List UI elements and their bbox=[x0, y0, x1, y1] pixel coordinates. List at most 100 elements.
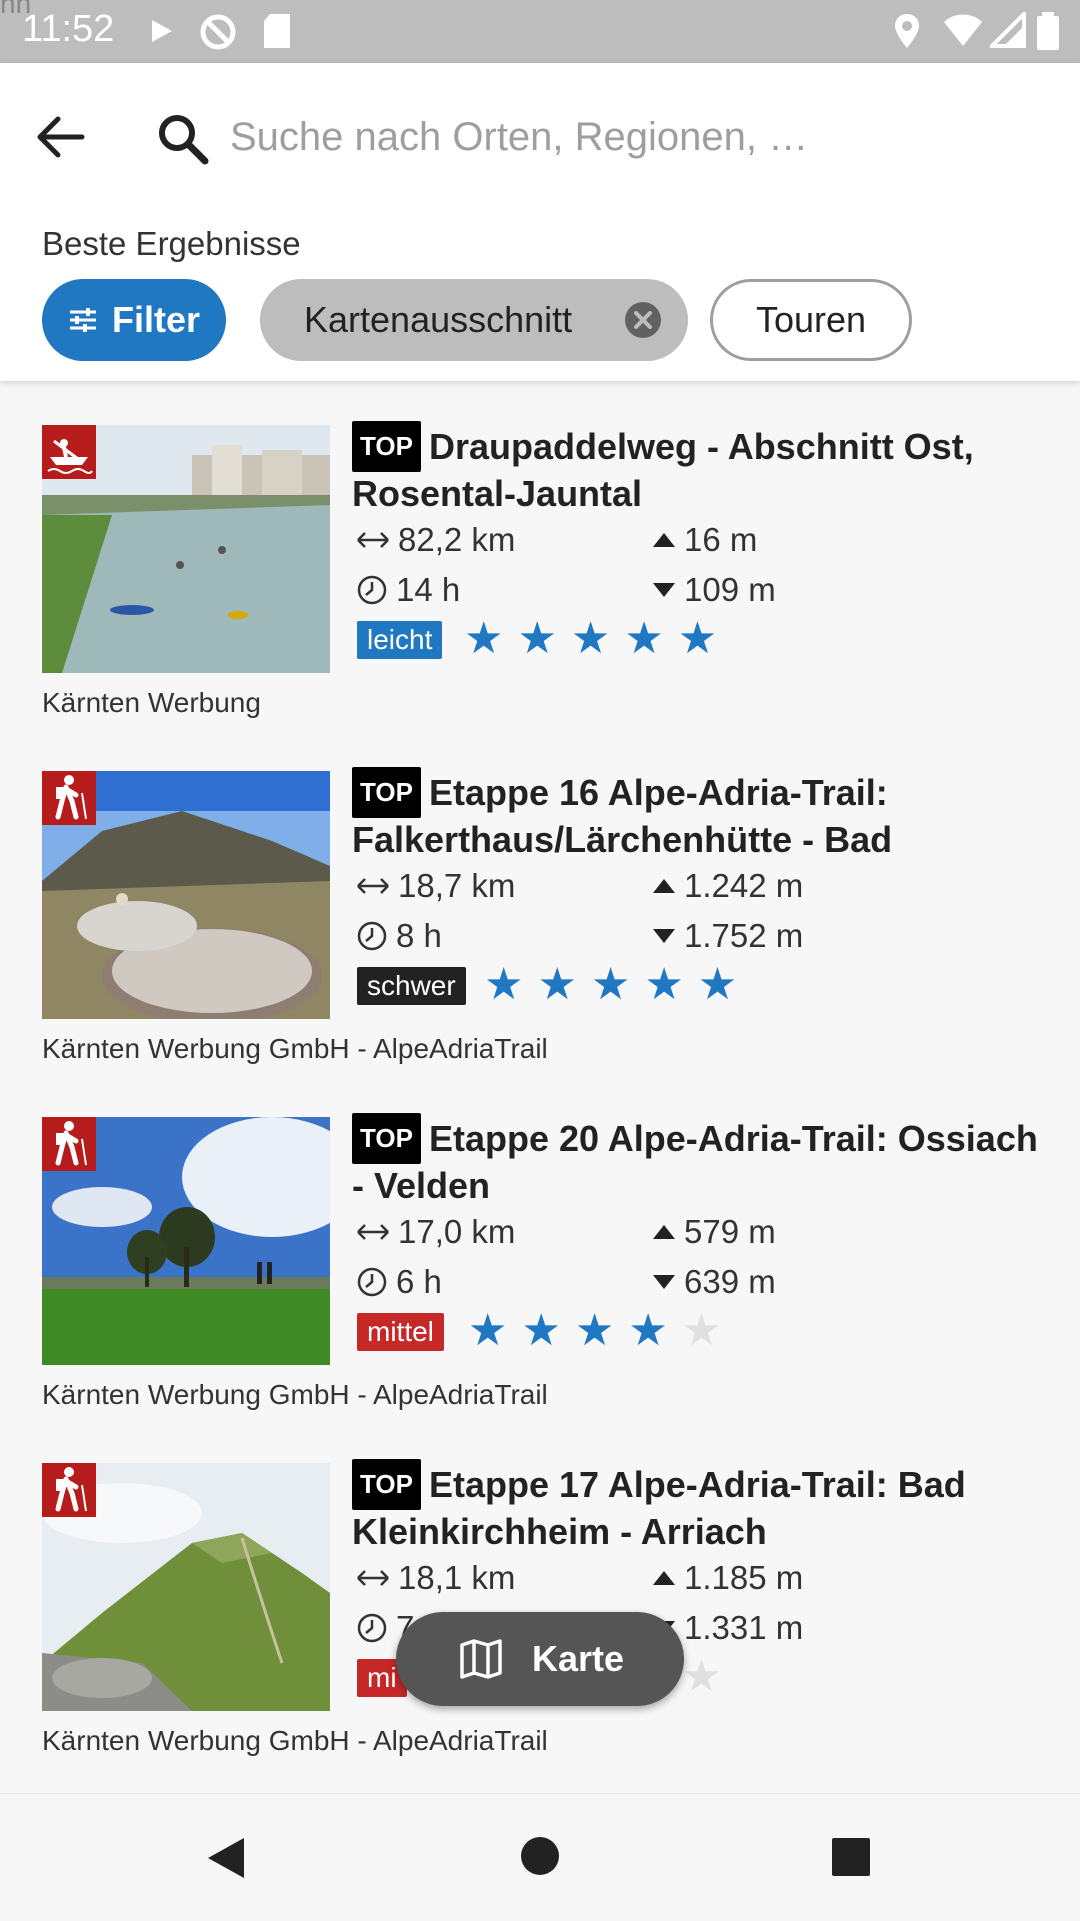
top-badge: TOP bbox=[352, 1113, 421, 1164]
distance: 82,2 km bbox=[356, 521, 515, 559]
ascent: 1.185 m bbox=[652, 1559, 803, 1597]
status-time: 11:52 bbox=[22, 8, 115, 50]
nav-recents-icon[interactable] bbox=[832, 1838, 870, 1876]
duration-value: 6 h bbox=[396, 1263, 442, 1300]
descent-value: 1.331 m bbox=[684, 1609, 804, 1646]
difficulty-badge: mittel bbox=[357, 1313, 444, 1351]
list-item[interactable]: TOP Draupaddelweg - Abschnitt Ost, Rosent… bbox=[0, 381, 1080, 727]
map-section-chip[interactable]: Kartenausschnitt bbox=[260, 279, 688, 361]
distance-value: 18,1 km bbox=[398, 1559, 516, 1596]
map-button-label: Karte bbox=[532, 1638, 625, 1679]
list-item[interactable]: TOP Etappe 20 Alpe-Adria-Trail: Ossiach -… bbox=[0, 1073, 1080, 1419]
descent-value: 109 m bbox=[684, 571, 776, 608]
search-header: Beste Ergebnisse Filter Kartenausschnitt… bbox=[0, 63, 1080, 381]
ascent-value: 579 m bbox=[684, 1213, 776, 1250]
descent: 1.752 m bbox=[652, 917, 803, 955]
search-icon bbox=[159, 115, 209, 165]
filter-chip[interactable]: Filter bbox=[42, 279, 226, 361]
distance-value: 17,0 km bbox=[398, 1213, 516, 1250]
battery-icon bbox=[1037, 12, 1059, 50]
distance: 18,7 km bbox=[356, 867, 515, 905]
ascent: 1.242 m bbox=[652, 867, 803, 905]
canoe-icon bbox=[42, 425, 96, 479]
clock-icon bbox=[357, 921, 387, 951]
duration: 6 h bbox=[356, 1263, 442, 1301]
sliders-icon bbox=[70, 308, 96, 332]
tour-title[interactable]: TOP Draupaddelweg - Abschnitt Ost, Rosent… bbox=[352, 421, 1052, 515]
descent: 109 m bbox=[652, 571, 776, 609]
distance: 17,0 km bbox=[356, 1213, 515, 1251]
distance-icon bbox=[357, 1224, 389, 1240]
clear-chip-icon[interactable] bbox=[624, 301, 662, 339]
tour-title-text: Etappe 20 Alpe-Adria-Trail: Ossiach - Ve… bbox=[352, 1118, 1038, 1206]
sync-icon bbox=[200, 14, 236, 50]
ascent-icon bbox=[653, 533, 675, 547]
tour-image bbox=[42, 1463, 330, 1711]
tour-title-text: Etappe 17 Alpe-Adria-Trail: Bad Kleinkir… bbox=[352, 1464, 966, 1552]
distance-icon bbox=[357, 1570, 389, 1586]
ascent: 579 m bbox=[652, 1213, 776, 1251]
duration: 14 h bbox=[356, 571, 460, 609]
map-button[interactable]: Karte bbox=[396, 1612, 684, 1706]
clock-icon bbox=[357, 575, 387, 605]
image-credit: Kärnten Werbung bbox=[42, 687, 261, 718]
difficulty-badge: leicht bbox=[357, 621, 443, 659]
image-credit: Kärnten Werbung GmbH - AlpeAdriaTrail bbox=[42, 1725, 548, 1756]
nav-back-icon[interactable] bbox=[206, 1836, 246, 1880]
search-input[interactable] bbox=[228, 101, 1032, 173]
top-badge: TOP bbox=[352, 421, 421, 472]
signal-icon bbox=[990, 12, 1026, 48]
tour-title[interactable]: TOP Etappe 20 Alpe-Adria-Trail: Ossiach -… bbox=[352, 1113, 1052, 1207]
ascent-value: 1.242 m bbox=[684, 867, 804, 904]
image-credit: Kärnten Werbung GmbH - AlpeAdriaTrail bbox=[42, 1033, 548, 1064]
descent: 639 m bbox=[652, 1263, 776, 1301]
ascent-value: 1.185 m bbox=[684, 1559, 804, 1596]
ascent-value: 16 m bbox=[684, 521, 758, 558]
rating-stars: ★★★★★ bbox=[464, 614, 732, 663]
tours-chip-label: Touren bbox=[755, 299, 867, 340]
list-item[interactable]: TOP Etappe 17 Alpe-Adria-Trail: Bad Klein… bbox=[0, 1419, 1080, 1765]
distance-value: 82,2 km bbox=[398, 521, 516, 558]
tour-image bbox=[42, 1117, 330, 1365]
play-icon bbox=[152, 20, 172, 42]
wifi-icon bbox=[944, 14, 982, 46]
hiker-icon bbox=[42, 771, 96, 825]
duration-value: 8 h bbox=[396, 917, 442, 954]
list-item[interactable]: TOP Etappe 16 Alpe-Adria-Trail: Falkertha… bbox=[0, 727, 1080, 1073]
descent-icon bbox=[653, 583, 675, 597]
system-nav-bar bbox=[0, 1793, 1080, 1921]
filter-chip-label: Filter bbox=[112, 299, 201, 340]
top-badge: TOP bbox=[352, 1459, 421, 1510]
image-credit: Kärnten Werbung GmbH - AlpeAdriaTrail bbox=[42, 1379, 548, 1410]
clock-icon bbox=[357, 1613, 387, 1643]
hiker-icon bbox=[42, 1463, 96, 1517]
map-section-chip-label: Kartenausschnitt bbox=[304, 299, 573, 340]
results-list: TOP Draupaddelweg - Abschnitt Ost, Rosent… bbox=[0, 381, 1080, 1791]
distance: 18,1 km bbox=[356, 1559, 515, 1597]
top-badge: TOP bbox=[352, 767, 421, 818]
location-icon bbox=[895, 14, 919, 48]
difficulty-badge: schwer bbox=[357, 967, 466, 1005]
tour-image bbox=[42, 425, 330, 673]
duration: 8 h bbox=[356, 917, 442, 955]
tour-title-text: Draupaddelweg - Abschnitt Ost, Rosental-… bbox=[352, 426, 974, 514]
nav-home-icon[interactable] bbox=[520, 1836, 560, 1876]
distance-value: 18,7 km bbox=[398, 867, 516, 904]
descent-icon bbox=[653, 929, 675, 943]
distance-icon bbox=[357, 878, 389, 894]
ascent-icon bbox=[653, 879, 675, 893]
ascent-icon bbox=[653, 1571, 675, 1585]
hiker-icon bbox=[42, 1117, 96, 1171]
tour-title[interactable]: TOP Etappe 16 Alpe-Adria-Trail: Falkertha… bbox=[352, 767, 1052, 861]
descent-icon bbox=[653, 1275, 675, 1289]
tours-chip[interactable]: Touren bbox=[710, 279, 912, 361]
back-arrow-icon[interactable] bbox=[28, 105, 92, 169]
rating-stars: ★★★★★ bbox=[484, 960, 752, 1009]
tour-title-text: Etappe 16 Alpe-Adria-Trail: Falkerthaus/… bbox=[352, 772, 893, 860]
section-label: Beste Ergebnisse bbox=[42, 225, 301, 262]
tour-title[interactable]: TOP Etappe 17 Alpe-Adria-Trail: Bad Klein… bbox=[352, 1459, 1052, 1553]
status-bar: nn 11:52 bbox=[0, 0, 1080, 63]
ascent: 16 m bbox=[652, 521, 757, 559]
descent-value: 1.752 m bbox=[684, 917, 804, 954]
descent-value: 639 m bbox=[684, 1263, 776, 1300]
